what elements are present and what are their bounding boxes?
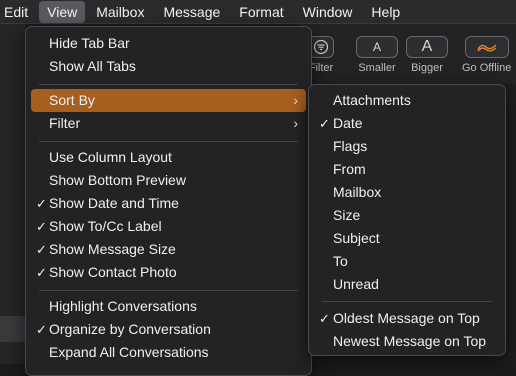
filter-icon <box>313 39 329 55</box>
menu-message[interactable]: Message <box>155 1 228 23</box>
go-offline-tool[interactable]: Go Offline <box>462 36 511 74</box>
menu-separator <box>39 84 298 85</box>
checkmark-icon: ✓ <box>36 242 47 257</box>
go-offline-label: Go Offline <box>462 62 512 74</box>
toolbar: Filter A Smaller A Bigger Go Offline <box>300 24 516 84</box>
sort-item-size[interactable]: Size <box>314 204 500 227</box>
menu-item-label: Highlight Conversations <box>49 298 197 314</box>
bigger-tool[interactable]: A Bigger <box>406 36 448 74</box>
menu-bar: Edit View Mailbox Message Format Window … <box>0 0 516 24</box>
menu-item-label: To <box>333 253 348 269</box>
menu-item-sort-by[interactable]: Sort By › <box>31 89 306 112</box>
menu-help[interactable]: Help <box>363 1 408 23</box>
menu-item-label: Subject <box>333 230 380 246</box>
menu-item-label: Flags <box>333 138 368 154</box>
menu-item-label: Date <box>333 115 363 131</box>
bigger-button[interactable]: A <box>406 36 448 58</box>
menu-item-organize-by-conversation[interactable]: ✓ Organize by Conversation <box>31 318 306 341</box>
menu-item-label: Show Bottom Preview <box>49 172 186 188</box>
menu-item-label: Oldest Message on Top <box>333 310 480 326</box>
filter-label: Filter <box>308 62 334 74</box>
menu-item-label: Mailbox <box>333 184 382 200</box>
menu-item-show-contact-photo[interactable]: ✓ Show Contact Photo <box>31 261 306 284</box>
checkmark-icon: ✓ <box>319 116 330 131</box>
sort-item-mailbox[interactable]: Mailbox <box>314 181 500 204</box>
smaller-button[interactable]: A <box>356 36 398 58</box>
menu-separator <box>322 301 492 302</box>
menu-window[interactable]: Window <box>295 1 361 23</box>
checkmark-icon: ✓ <box>36 219 47 234</box>
menu-edit[interactable]: Edit <box>0 1 36 23</box>
sort-item-flags[interactable]: Flags <box>314 135 500 158</box>
menu-item-label: Organize by Conversation <box>49 321 211 337</box>
sort-item-from[interactable]: From <box>314 158 500 181</box>
menu-item-use-column-layout[interactable]: Use Column Layout <box>31 146 306 169</box>
menu-item-label: Attachments <box>333 92 411 108</box>
menu-item-label: Show Message Size <box>49 241 176 257</box>
sort-item-subject[interactable]: Subject <box>314 227 500 250</box>
menu-item-show-message-size[interactable]: ✓ Show Message Size <box>31 238 306 261</box>
menu-item-filter[interactable]: Filter › <box>31 112 306 135</box>
submenu-arrow-icon: › <box>293 115 298 131</box>
sort-item-attachments[interactable]: Attachments <box>314 89 500 112</box>
menu-separator <box>39 141 298 142</box>
menu-item-label: Expand All Conversations <box>49 344 209 360</box>
menu-item-label: Filter <box>49 115 81 131</box>
sort-item-oldest-on-top[interactable]: ✓ Oldest Message on Top <box>314 307 500 330</box>
menu-item-hide-tab-bar[interactable]: Hide Tab Bar <box>31 32 306 55</box>
view-menu: Hide Tab Bar Show All Tabs Sort By › Fil… <box>25 26 312 376</box>
menu-mailbox[interactable]: Mailbox <box>88 1 152 23</box>
menu-item-label: Show Contact Photo <box>49 264 177 280</box>
smaller-label: Smaller <box>358 62 396 74</box>
bigger-label: Bigger <box>411 62 443 74</box>
menu-item-show-all-tabs[interactable]: Show All Tabs <box>31 55 306 78</box>
menu-item-label: Size <box>333 207 361 223</box>
menu-item-label: Use Column Layout <box>49 149 172 165</box>
menu-item-label: Hide Tab Bar <box>49 35 130 51</box>
menu-item-show-to-cc-label[interactable]: ✓ Show To/Cc Label <box>31 215 306 238</box>
checkmark-icon: ✓ <box>36 265 47 280</box>
smaller-tool[interactable]: A Smaller <box>356 36 398 74</box>
checkmark-icon: ✓ <box>36 196 47 211</box>
go-offline-button[interactable] <box>464 36 509 58</box>
menu-format[interactable]: Format <box>231 1 291 23</box>
menu-item-label: Show All Tabs <box>49 58 136 74</box>
menu-view[interactable]: View <box>39 0 86 23</box>
menu-item-label: Sort By <box>49 92 95 108</box>
sort-item-to[interactable]: To <box>314 250 500 273</box>
submenu-arrow-icon: › <box>293 92 298 108</box>
menu-item-label: From <box>333 161 366 177</box>
sort-item-newest-on-top[interactable]: Newest Message on Top <box>314 330 500 353</box>
checkmark-icon: ✓ <box>36 322 47 337</box>
sort-item-date[interactable]: ✓ Date <box>314 112 500 135</box>
menu-item-show-bottom-preview[interactable]: Show Bottom Preview <box>31 169 306 192</box>
checkmark-icon: ✓ <box>319 311 330 326</box>
mailbox-sidebar <box>0 24 26 364</box>
sort-item-unread[interactable]: Unread <box>314 273 500 296</box>
menu-item-label: Show Date and Time <box>49 195 179 211</box>
menu-item-label: Show To/Cc Label <box>49 218 162 234</box>
menu-item-label: Newest Message on Top <box>333 333 487 349</box>
menu-item-label: Unread <box>333 276 379 292</box>
offline-wave-icon <box>477 44 497 52</box>
menu-item-highlight-conversations[interactable]: Highlight Conversations <box>31 295 306 318</box>
sort-by-submenu: Attachments ✓ Date Flags From Mailbox Si… <box>308 84 506 356</box>
menu-item-expand-all-conversations[interactable]: Expand All Conversations <box>31 341 306 364</box>
menu-item-show-date-and-time[interactable]: ✓ Show Date and Time <box>31 192 306 215</box>
menu-separator <box>39 290 298 291</box>
sidebar-selected-row <box>0 316 26 342</box>
